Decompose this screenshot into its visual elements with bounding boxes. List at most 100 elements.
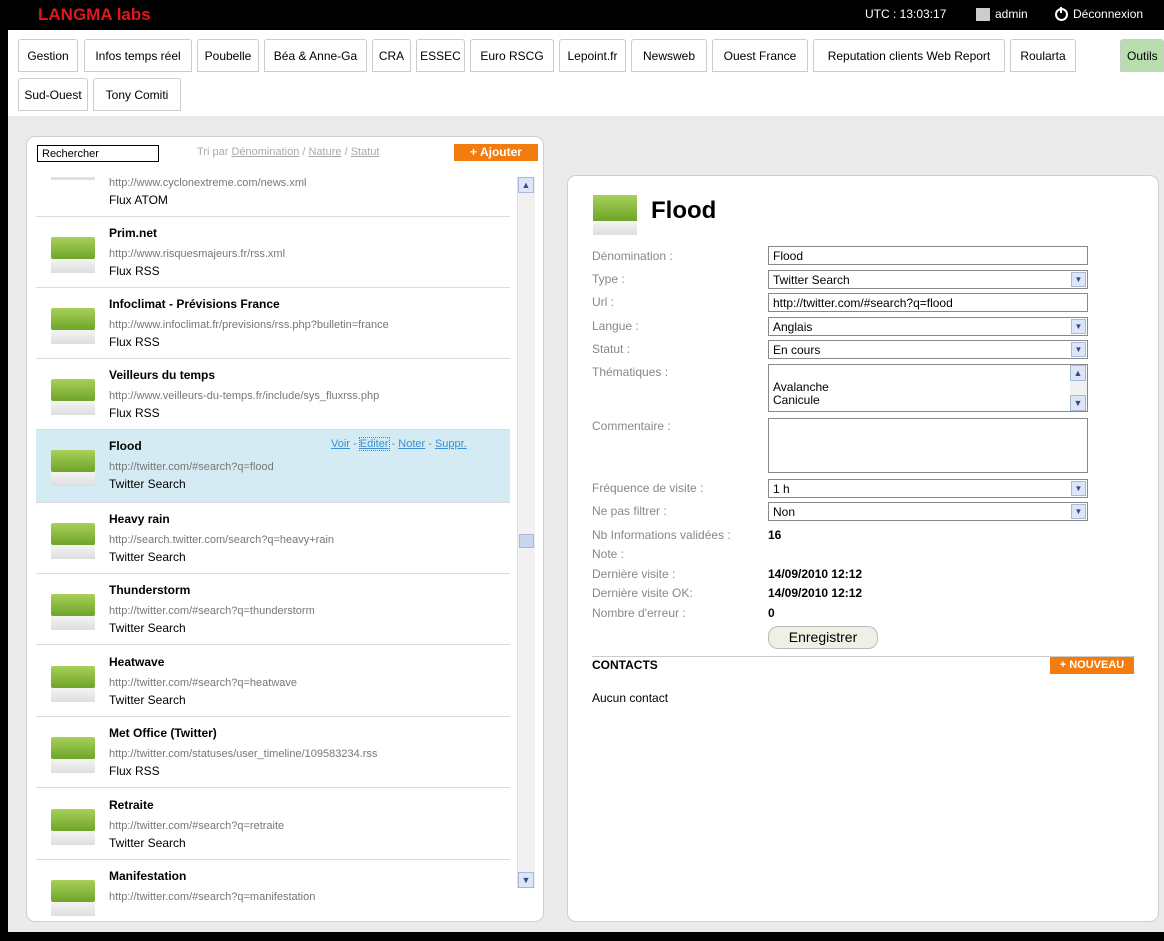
rate-link[interactable]: Noter <box>398 438 425 450</box>
language-label: Langue : <box>592 319 639 333</box>
source-url: http://search.twitter.com/search?q=heavy… <box>109 534 335 546</box>
add-source-button[interactable]: + Ajouter <box>454 144 538 161</box>
frequency-label: Fréquence de visite : <box>592 481 704 495</box>
action-separator: - <box>425 438 435 450</box>
source-thumbnail <box>51 666 95 702</box>
tab-bea-anne-ga[interactable]: Béa & Anne-Ga <box>264 39 367 72</box>
list-scrollbar[interactable]: ▲ ▼ <box>517 177 535 888</box>
tab-outils[interactable]: Outils <box>1120 39 1164 72</box>
source-title: Infoclimat - Prévisions France <box>109 297 280 311</box>
scroll-down-icon[interactable]: ▼ <box>518 872 534 888</box>
scroll-up-icon[interactable]: ▲ <box>1070 365 1086 381</box>
list-item[interactable]: http://www.cyclonextreme.com/news.xml Fl… <box>36 177 510 217</box>
chevron-down-icon: ▼ <box>1071 481 1086 496</box>
sort-by-status-link[interactable]: Statut <box>351 146 380 158</box>
list-item[interactable]: Retraite http://twitter.com/#search?q=re… <box>36 789 510 860</box>
logout-link[interactable]: Déconnexion <box>1055 6 1144 21</box>
source-thumbnail <box>51 237 95 273</box>
no-filter-select[interactable]: Non ▼ <box>768 502 1088 521</box>
source-thumbnail <box>51 450 95 486</box>
name-label: Dénomination : <box>592 249 673 263</box>
new-contact-button[interactable]: + NOUVEAU <box>1050 657 1134 674</box>
source-thumbnail <box>51 177 95 202</box>
validated-count-value: 16 <box>768 528 782 542</box>
tab-cra[interactable]: CRA <box>372 39 411 72</box>
delete-link[interactable]: Suppr. <box>435 438 467 450</box>
no-filter-label: Ne pas filtrer : <box>592 504 667 518</box>
sort-prefix: Tri par <box>197 146 229 158</box>
name-field[interactable]: Flood <box>768 246 1088 265</box>
error-count-value: 0 <box>768 606 775 620</box>
tab-roularta[interactable]: Roularta <box>1010 39 1076 72</box>
source-kind: Flux RSS <box>109 335 160 349</box>
save-button[interactable]: Enregistrer <box>768 626 878 649</box>
tab-poubelle[interactable]: Poubelle <box>197 39 259 72</box>
tab-infos-temps-reel[interactable]: Infos temps réel <box>84 39 192 72</box>
source-list-panel: Tri par Dénomination / Nature / Statut +… <box>26 136 544 922</box>
theme-option[interactable]: Avalanche <box>773 380 829 394</box>
source-thumbnail <box>51 594 95 630</box>
source-kind: Flux ATOM <box>109 193 168 207</box>
url-label: Url : <box>592 295 614 309</box>
sort-by-nature-link[interactable]: Nature <box>308 146 341 158</box>
list-item[interactable]: Infoclimat - Prévisions France http://ww… <box>36 288 510 359</box>
sort-separator: / <box>341 146 351 158</box>
list-item[interactable]: Manifestation http://twitter.com/#search… <box>36 860 510 923</box>
source-kind: Flux RSS <box>109 764 160 778</box>
brand-logo: LANGMA labs <box>38 5 151 24</box>
url-field[interactable]: http://twitter.com/#search?q=flood <box>768 293 1088 312</box>
sort-by-name-link[interactable]: Dénomination <box>231 146 299 158</box>
source-thumbnail <box>51 737 95 773</box>
tab-essec[interactable]: ESSEC <box>416 39 465 72</box>
source-url: http://twitter.com/#search?q=retraite <box>109 820 285 832</box>
language-select[interactable]: Anglais ▼ <box>768 317 1088 336</box>
scroll-up-icon[interactable]: ▲ <box>518 177 534 193</box>
list-item-selected[interactable]: Flood Voir - Editer - Noter - Suppr. htt… <box>36 430 510 503</box>
tab-tony-comiti[interactable]: Tony Comiti <box>93 78 181 111</box>
type-select[interactable]: Twitter Search ▼ <box>768 270 1088 289</box>
list-item[interactable]: Heavy rain http://search.twitter.com/sea… <box>36 503 510 574</box>
scroll-down-icon[interactable]: ▼ <box>1070 395 1086 411</box>
edit-link[interactable]: Editer <box>358 437 390 451</box>
source-kind: Twitter Search <box>109 621 186 635</box>
tab-lepoint[interactable]: Lepoint.fr <box>559 39 626 72</box>
user-icon <box>976 7 990 21</box>
status-select[interactable]: En cours ▼ <box>768 340 1088 359</box>
sort-links: Tri par Dénomination / Nature / Statut <box>197 146 379 158</box>
scroll-thumb[interactable] <box>519 534 534 548</box>
tab-ouest-france[interactable]: Ouest France <box>712 39 808 72</box>
frequency-select[interactable]: 1 h ▼ <box>768 479 1088 498</box>
list-item[interactable]: Prim.net http://www.risquesmajeurs.fr/rs… <box>36 217 510 288</box>
list-item[interactable]: Heatwave http://twitter.com/#search?q=he… <box>36 646 510 717</box>
search-input[interactable] <box>37 145 159 162</box>
source-list[interactable]: http://www.cyclonextreme.com/news.xml Fl… <box>36 177 526 923</box>
action-separator: - <box>388 438 399 450</box>
view-link[interactable]: Voir <box>331 438 350 450</box>
type-label: Type : <box>592 272 625 286</box>
themes-label: Thématiques : <box>592 365 669 379</box>
themes-scrollbar[interactable]: ▲ ▼ <box>1070 365 1087 411</box>
logout-label: Déconnexion <box>1073 7 1144 21</box>
source-url: http://www.cyclonextreme.com/news.xml <box>109 177 307 189</box>
list-item[interactable]: Thunderstorm http://twitter.com/#search?… <box>36 574 510 645</box>
chevron-down-icon: ▼ <box>1071 504 1086 519</box>
themes-listbox[interactable]: Avalanche Canicule ▲ ▼ <box>768 364 1088 412</box>
tab-sud-ouest[interactable]: Sud-Ouest <box>18 78 88 111</box>
tab-reputation-clients[interactable]: Reputation clients Web Report <box>813 39 1005 72</box>
type-value: Twitter Search <box>773 273 850 287</box>
source-thumbnail <box>51 379 95 415</box>
list-item[interactable]: Veilleurs du temps http://www.veilleurs-… <box>36 359 510 430</box>
source-title: Met Office (Twitter) <box>109 726 217 740</box>
comment-textarea[interactable] <box>768 418 1088 473</box>
last-visit-value: 14/09/2010 12:12 <box>768 567 863 581</box>
source-url: http://www.infoclimat.fr/previsions/rss.… <box>109 319 389 331</box>
chevron-down-icon: ▼ <box>1071 319 1086 334</box>
tab-newsweb[interactable]: Newsweb <box>631 39 707 72</box>
list-item[interactable]: Met Office (Twitter) http://twitter.com/… <box>36 717 510 788</box>
source-kind: Twitter Search <box>109 477 186 491</box>
language-value: Anglais <box>773 320 813 334</box>
tab-gestion[interactable]: Gestion <box>18 39 78 72</box>
theme-option[interactable]: Canicule <box>773 393 820 407</box>
tab-euro-rscg[interactable]: Euro RSCG <box>470 39 554 72</box>
user-menu[interactable]: admin <box>976 7 1028 21</box>
